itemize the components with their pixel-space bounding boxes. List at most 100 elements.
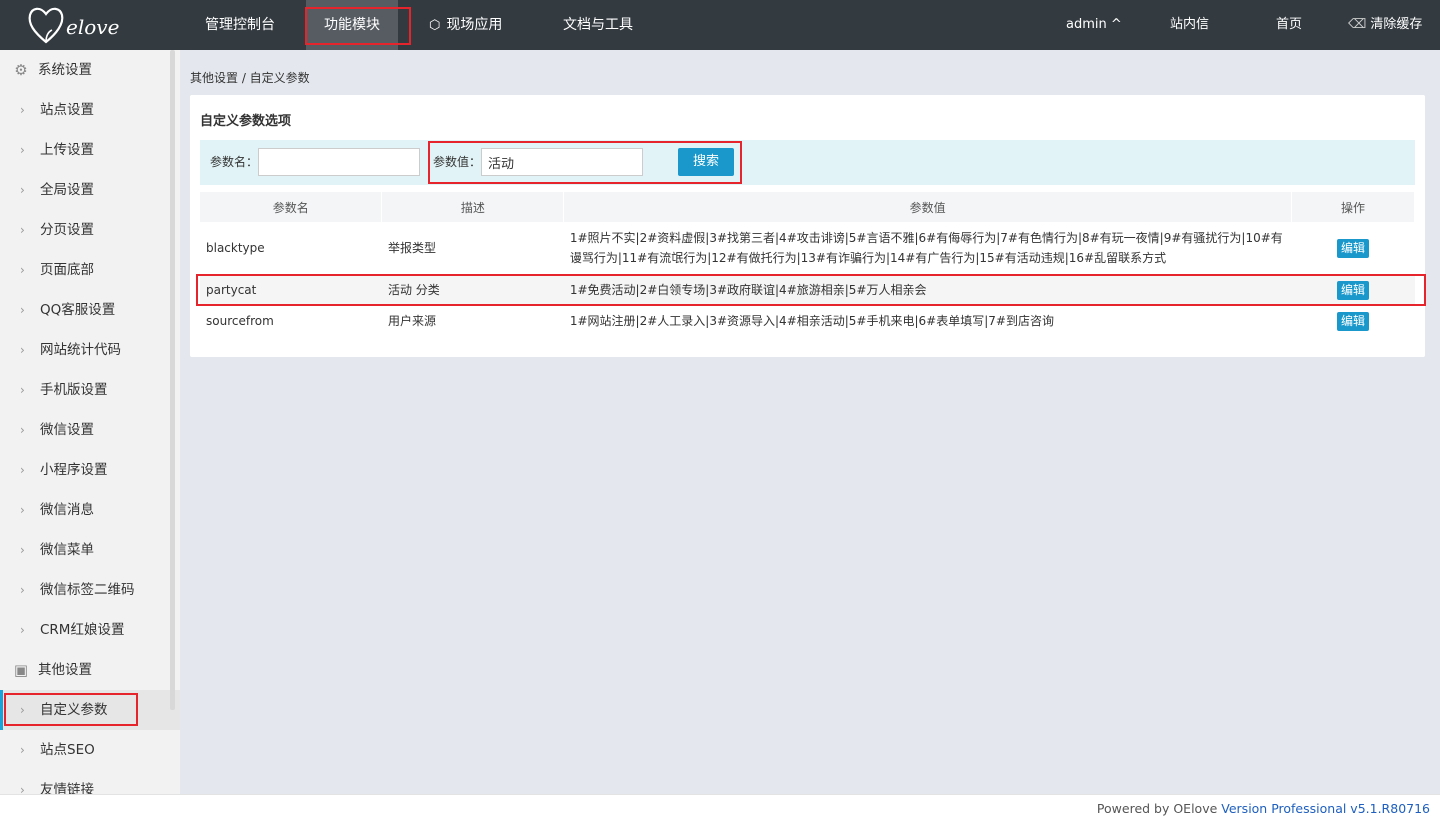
clear-cache-label: 清除缓存 — [1370, 17, 1423, 32]
chevron-right-icon: › — [20, 103, 25, 117]
sidebar-group-system-label: 系统设置 — [38, 62, 92, 78]
sidebar-item-wechat-settings[interactable]: › 微信设置 — [0, 410, 180, 450]
sidebar-item-label: 站点SEO — [40, 742, 95, 758]
sidebar-item-label: 微信设置 — [40, 422, 94, 438]
search-button[interactable]: 搜索 — [678, 148, 734, 176]
heart-logo-icon: elove — [28, 7, 119, 44]
param-value-label: 参数值： — [433, 155, 482, 169]
cell-param-name: partycat — [200, 274, 382, 305]
chevron-right-icon: › — [20, 623, 25, 637]
footer: Powered by OElove Version Professional v… — [0, 794, 1440, 824]
table-row: sourcefrom 用户来源 1#网站注册|2#人工录入|3#资源导入|4#相… — [200, 305, 1415, 336]
sidebar-item-miniprogram-settings[interactable]: › 小程序设置 — [0, 450, 180, 490]
nav-onsite-apps[interactable]: ⬡ 现场应用 — [411, 0, 520, 50]
clear-cache-link[interactable]: ⌫ 清除缓存 — [1348, 0, 1422, 50]
chevron-right-icon: › — [20, 183, 25, 197]
sidebar-group-system[interactable]: ⚙ 系统设置 — [0, 50, 180, 90]
chevron-right-icon: › — [20, 303, 25, 317]
sidebar-item-wechat-messages[interactable]: › 微信消息 — [0, 490, 180, 530]
sidebar-item-label: 小程序设置 — [40, 462, 108, 478]
chevron-right-icon: › — [20, 463, 25, 477]
sidebar-item-site-settings[interactable]: › 站点设置 — [0, 90, 180, 130]
sidebar-item-label: 自定义参数 — [40, 702, 108, 718]
sidebar-item-pagination-settings[interactable]: › 分页设置 — [0, 210, 180, 250]
sidebar-item-page-footer[interactable]: › 页面底部 — [0, 250, 180, 290]
sidebar-item-wechat-menu[interactable]: › 微信菜单 — [0, 530, 180, 570]
col-header-value: 参数值 — [563, 192, 1293, 222]
sidebar-item-global-settings[interactable]: › 全局设置 — [0, 170, 180, 210]
table-row: blacktype 举报类型 1#照片不实|2#资料虚假|3#找第三者|4#攻击… — [200, 222, 1415, 274]
user-menu[interactable]: admin ^ — [1066, 0, 1122, 50]
panel-title: 自定义参数选项 — [200, 114, 292, 129]
cell-action: 编辑 — [1292, 222, 1415, 274]
sidebar-item-crm-matchmaker[interactable]: › CRM红娘设置 — [0, 610, 180, 650]
chevron-right-icon: › — [20, 383, 25, 397]
sidebar-item-qq-service[interactable]: › QQ客服设置 — [0, 290, 180, 330]
sidebar-item-label: 微信菜单 — [40, 542, 94, 558]
gear-icon: ⚙ — [14, 61, 28, 79]
sidebar-item-label: CRM红娘设置 — [40, 622, 125, 638]
sidebar-item-label: 页面底部 — [40, 262, 94, 278]
sidebar-scrollbar[interactable] — [170, 50, 175, 710]
param-value-input[interactable] — [481, 148, 643, 176]
sidebar-item-friend-links[interactable]: › 友情链接 — [0, 770, 180, 794]
cell-param-name: sourcefrom — [206, 313, 274, 328]
sidebar-item-custom-params[interactable]: › 自定义参数 — [0, 690, 180, 730]
sidebar-item-site-seo[interactable]: › 站点SEO — [0, 730, 180, 770]
home-link[interactable]: 首页 — [1276, 0, 1302, 50]
cell-param-value: 1#免费活动|2#白领专场|3#政府联谊|4#旅游相亲|5#万人相亲会 — [563, 274, 1292, 305]
chevron-right-icon: › — [20, 543, 25, 557]
nav-dashboard[interactable]: 管理控制台 — [187, 0, 293, 50]
brand-logo[interactable]: elove — [24, 2, 154, 48]
col-header-action: 操作 — [1291, 192, 1415, 222]
param-name-input[interactable] — [258, 148, 420, 176]
cell-action: 编辑 — [1292, 305, 1415, 336]
edit-button[interactable]: 编辑 — [1337, 280, 1370, 300]
messages-link[interactable]: 站内信 — [1170, 0, 1209, 50]
edit-button[interactable]: 编辑 — [1337, 311, 1370, 331]
chevron-right-icon: › — [20, 703, 25, 717]
chevron-right-icon: › — [20, 223, 25, 237]
cell-param-desc: 活动 分类 — [381, 274, 564, 305]
sidebar-item-label: 网站统计代码 — [40, 342, 121, 358]
chevron-right-icon: › — [20, 343, 25, 357]
chevron-right-icon: › — [20, 583, 25, 597]
footer-version-link[interactable]: Version Professional v5.1.R80716 — [1221, 801, 1430, 816]
top-nav-bar: elove 管理控制台 功能模块 ⬡ 现场应用 文档与工具 admin ^ 站内信… — [0, 0, 1440, 50]
footer-powered-by: Powered by OElove — [1096, 801, 1222, 816]
sidebar: ⚙ 系统设置 › 站点设置 › 上传设置 › 全局设置 › 分页设置 › 页面底部 › QQ… — [0, 50, 180, 794]
col-header-name: 参数名 — [200, 192, 383, 222]
nav-docs-tools[interactable]: 文档与工具 — [545, 0, 651, 50]
nav-onsite-apps-label: 现场应用 — [446, 17, 503, 33]
sidebar-item-mobile-settings[interactable]: › 手机版设置 — [0, 370, 180, 410]
sidebar-item-stats-code[interactable]: › 网站统计代码 — [0, 330, 180, 370]
sidebar-item-label: 微信消息 — [40, 502, 94, 518]
logo-text: elove — [66, 15, 119, 39]
table-row: partycat 活动 分类 1#免费活动|2#白领专场|3#政府联谊|4#旅游… — [200, 274, 1415, 305]
sidebar-item-label: 站点设置 — [40, 102, 94, 118]
cube-icon: ⬡ — [429, 18, 441, 33]
breadcrumb: 其他设置 / 自定义参数 — [190, 71, 310, 85]
cube-icon: ▣ — [13, 661, 29, 679]
sidebar-item-label: 微信标签二维码 — [40, 582, 135, 598]
chevron-right-icon: › — [20, 503, 25, 517]
cell-param-name: blacktype — [206, 241, 265, 255]
sidebar-group-other-label: 其他设置 — [38, 662, 92, 678]
sidebar-item-label: 上传设置 — [40, 142, 94, 158]
sidebar-item-label: 手机版设置 — [40, 382, 108, 398]
chevron-right-icon: › — [20, 423, 25, 437]
cell-param-value: 1#照片不实|2#资料虚假|3#找第三者|4#攻击诽谤|5#言语不雅|6#有侮辱… — [569, 231, 1283, 265]
sidebar-item-label: 友情链接 — [40, 782, 94, 794]
sidebar-item-wechat-tag-qrcode[interactable]: › 微信标签二维码 — [0, 570, 180, 610]
nav-modules[interactable]: 功能模块 — [306, 0, 398, 50]
sidebar-item-label: 全局设置 — [40, 182, 94, 198]
edit-button[interactable]: 编辑 — [1337, 239, 1370, 258]
search-bar: 参数名： 参数值： 搜索 — [200, 140, 1415, 185]
cell-param-desc: 用户来源 — [387, 313, 436, 328]
params-table: 参数名 描述 参数值 操作 blacktype 举报类型 1#照片不实|2#资料… — [200, 192, 1415, 336]
table-header-row: 参数名 描述 参数值 操作 — [200, 192, 1415, 222]
sidebar-group-other[interactable]: ▣ 其他设置 — [0, 650, 180, 690]
sidebar-item-upload-settings[interactable]: › 上传设置 — [0, 130, 180, 170]
cell-param-value: 1#网站注册|2#人工录入|3#资源导入|4#相亲活动|5#手机来电|6#表单填… — [569, 313, 1054, 328]
footer-text: Powered by OElove Version Professional v… — [1097, 801, 1430, 816]
